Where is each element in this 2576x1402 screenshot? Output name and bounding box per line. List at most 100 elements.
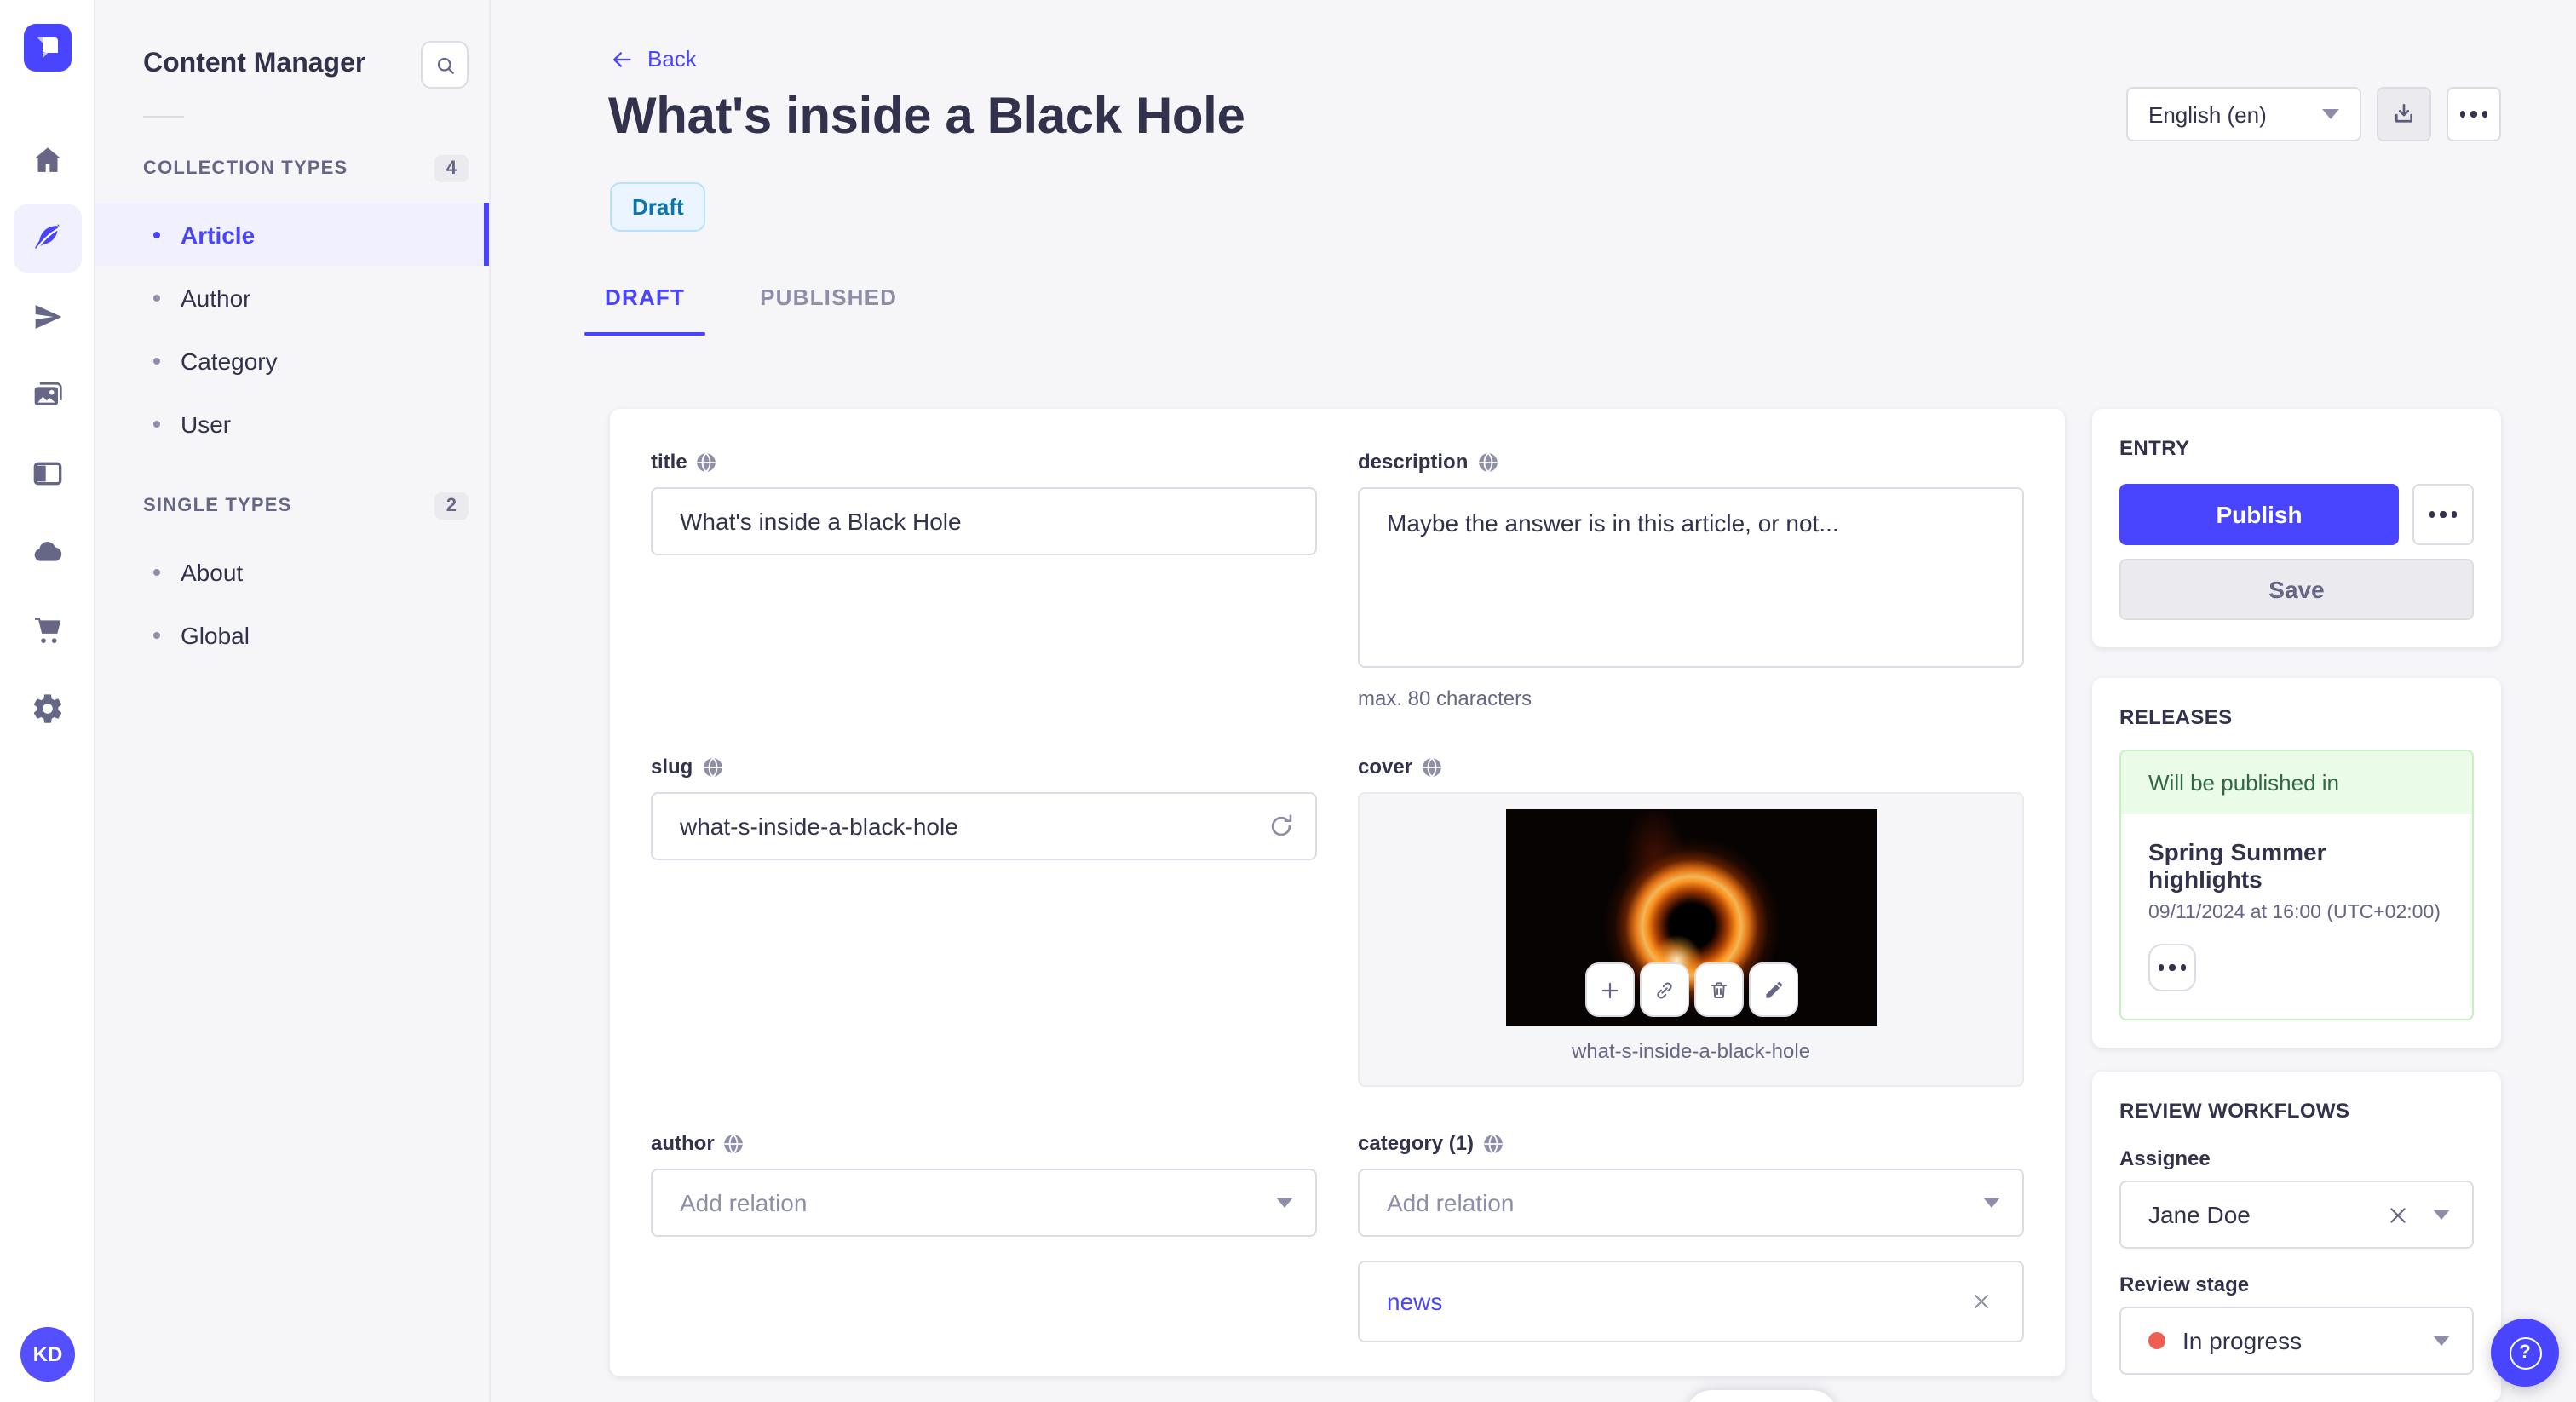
tab-published[interactable]: PUBLISHED xyxy=(739,274,917,336)
question-mark-icon: ? xyxy=(2509,1336,2541,1369)
copy-link-button[interactable] xyxy=(1639,962,1688,1017)
bullet-icon xyxy=(153,294,160,301)
help-button[interactable]: ? xyxy=(2491,1319,2559,1387)
rail-nav xyxy=(13,126,81,743)
delete-asset-button[interactable] xyxy=(1693,962,1743,1017)
nav-settings[interactable] xyxy=(13,675,81,743)
sidebar-item-global[interactable]: Global xyxy=(95,603,489,666)
globe-icon xyxy=(1478,451,1498,472)
section-count-badge: 4 xyxy=(434,155,469,182)
save-button[interactable]: Save xyxy=(2119,559,2474,620)
regenerate-slug-button[interactable] xyxy=(1264,809,1298,843)
locale-select[interactable]: English (en) xyxy=(2126,87,2361,141)
field-author: author Add relation xyxy=(651,1131,1317,1342)
sidebar-item-label: About xyxy=(181,558,244,585)
section-label: SINGLE TYPES xyxy=(143,496,292,516)
refresh-icon xyxy=(1271,814,1292,836)
nav-releases[interactable] xyxy=(13,283,81,351)
arrow-left-icon xyxy=(613,51,631,66)
ellipsis-icon xyxy=(2429,511,2458,518)
subnav-title: Content Manager xyxy=(143,49,366,78)
ellipsis-icon xyxy=(2459,111,2488,118)
section-count-badge: 2 xyxy=(434,492,469,520)
chevron-down-icon xyxy=(1983,1198,2000,1208)
locale-value: English (en) xyxy=(2148,101,2267,127)
stage-value: In progress xyxy=(2182,1327,2303,1354)
entry-form-card: title description xyxy=(610,409,2065,1376)
entry-panel-title: ENTRY xyxy=(2119,436,2190,460)
side-panel: ENTRY Publish Save RELEASES Will be publ… xyxy=(2092,409,2501,1402)
nav-home[interactable] xyxy=(13,126,81,194)
releases-panel-title: RELEASES xyxy=(2119,705,2233,729)
globe-icon xyxy=(703,756,722,777)
entry-panel: ENTRY Publish Save xyxy=(2092,409,2501,647)
nav-marketplace[interactable] xyxy=(13,596,81,664)
release-more-button[interactable] xyxy=(2148,944,2196,991)
field-description: description Maybe the answer is in this … xyxy=(1358,450,2024,710)
relation-link[interactable]: news xyxy=(1387,1288,1442,1315)
sidebar-item-about[interactable]: About xyxy=(95,540,489,603)
back-label: Back xyxy=(647,46,697,72)
divider xyxy=(143,116,184,118)
author-relation-select[interactable]: Add relation xyxy=(651,1169,1317,1237)
clear-assignee-button[interactable] xyxy=(2387,1204,2409,1226)
remove-relation-button[interactable] xyxy=(1968,1288,1995,1315)
globe-icon xyxy=(724,1133,744,1153)
publish-button[interactable]: Publish xyxy=(2119,484,2399,545)
status-badge: Draft xyxy=(610,182,706,232)
stage-status-dot xyxy=(2148,1332,2165,1349)
category-placeholder: Add relation xyxy=(1387,1189,1515,1216)
description-textarea[interactable]: Maybe the answer is in this article, or … xyxy=(1358,487,2024,668)
sidebar-item-article[interactable]: Article xyxy=(95,203,489,266)
entry-more-button[interactable] xyxy=(2412,484,2474,545)
field-label-category: category (1) xyxy=(1358,1131,1475,1155)
cover-caption: what-s-inside-a-black-hole xyxy=(1571,1039,1811,1063)
release-date: 09/11/2024 at 16:00 (UTC+02:00) xyxy=(2148,903,2441,923)
header-controls: English (en) xyxy=(2126,87,2501,141)
close-icon xyxy=(2390,1207,2406,1222)
field-label-author: author xyxy=(651,1131,715,1155)
collection-types-section: COLLECTION TYPES 4 Article Author Catego… xyxy=(95,148,489,455)
content-manager-subnav: Content Manager COLLECTION TYPES 4 Artic… xyxy=(95,0,491,1402)
slug-input[interactable] xyxy=(651,792,1317,860)
tab-draft[interactable]: DRAFT xyxy=(584,274,706,336)
close-icon xyxy=(1975,1295,1988,1308)
nav-content-manager[interactable] xyxy=(13,204,81,273)
field-label-slug: slug xyxy=(651,755,693,779)
cover-image-black-hole xyxy=(1505,809,1877,1026)
sidebar-item-category[interactable]: Category xyxy=(95,329,489,392)
add-asset-button[interactable] xyxy=(1584,962,1634,1017)
chevron-down-icon xyxy=(2322,109,2339,119)
sidebar-item-label: Article xyxy=(181,221,256,248)
assignee-select[interactable]: Jane Doe xyxy=(2119,1181,2474,1249)
releases-panel: RELEASES Will be published in Spring Sum… xyxy=(2092,678,2501,1048)
section-label: COLLECTION TYPES xyxy=(143,158,348,179)
user-avatar[interactable]: KD xyxy=(20,1327,75,1382)
release-card: Will be published in Spring Summer highl… xyxy=(2119,750,2474,1020)
strapi-logo-icon xyxy=(23,24,71,72)
title-input[interactable] xyxy=(651,487,1317,555)
sidebar-item-user[interactable]: User xyxy=(95,392,489,455)
field-label-title: title xyxy=(651,450,687,474)
strapi-logo[interactable] xyxy=(23,24,71,72)
nav-media-library[interactable] xyxy=(13,361,81,429)
more-options-button[interactable] xyxy=(2447,87,2501,141)
back-link[interactable]: Back xyxy=(610,46,697,72)
description-hint: max. 80 characters xyxy=(1358,687,1532,710)
single-types-section: SINGLE TYPES 2 About Global xyxy=(95,486,489,666)
sidebar-item-label: Global xyxy=(181,621,250,648)
globe-icon xyxy=(1484,1133,1503,1153)
edit-asset-button[interactable] xyxy=(1748,962,1797,1017)
search-button[interactable] xyxy=(421,41,469,89)
feather-icon xyxy=(34,224,60,250)
review-stage-select[interactable]: In progress xyxy=(2119,1307,2474,1375)
nav-content-type-builder[interactable] xyxy=(13,440,81,508)
page-title: What's inside a Black Hole xyxy=(608,89,1245,145)
nav-deploy[interactable] xyxy=(13,518,81,586)
home-icon xyxy=(34,147,60,172)
category-relation-select[interactable]: Add relation xyxy=(1358,1169,2024,1237)
sidebar-item-author[interactable]: Author xyxy=(95,266,489,329)
assignee-value: Jane Doe xyxy=(2148,1201,2251,1228)
plus-icon xyxy=(1601,981,1618,998)
download-button[interactable] xyxy=(2377,87,2431,141)
